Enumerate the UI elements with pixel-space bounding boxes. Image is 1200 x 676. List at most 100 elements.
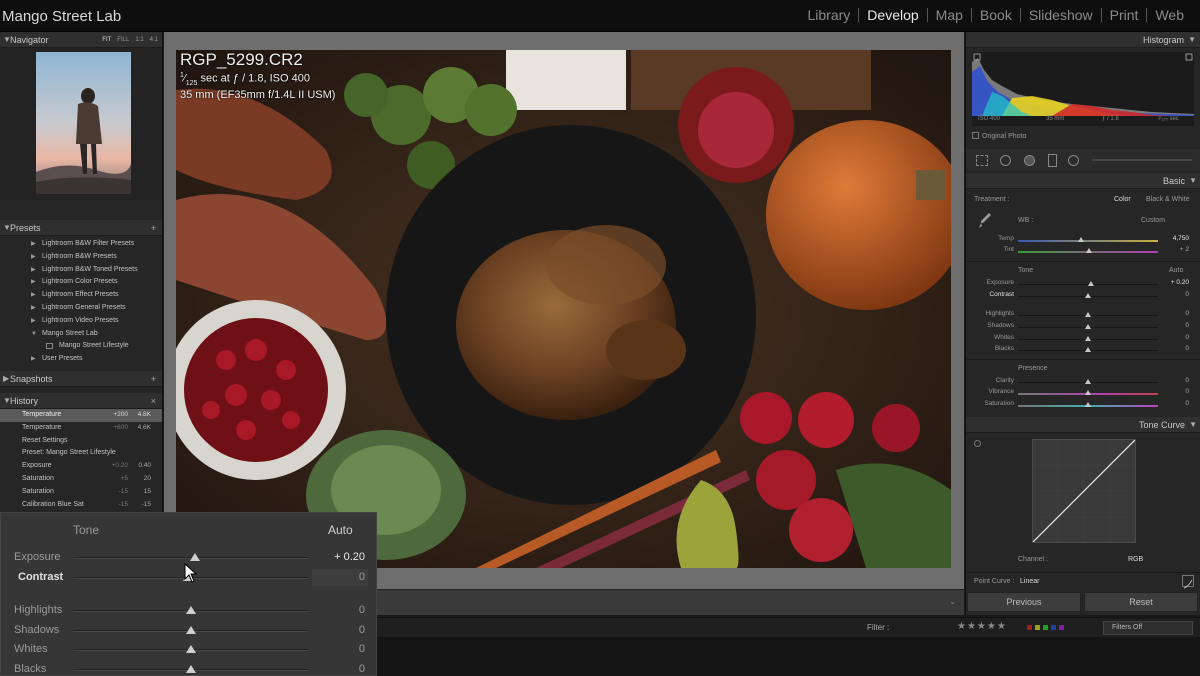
history-item[interactable]: Calibration Blue Sat -15 -15 [0, 499, 162, 512]
previous-button[interactable]: Previous [967, 592, 1081, 612]
preset-folder[interactable]: ▶ Lightroom B&W Filter Presets [0, 238, 162, 251]
slider-thumb[interactable] [1085, 347, 1091, 352]
tone-auto-button-small[interactable]: Auto [1169, 267, 1183, 274]
presets-header[interactable]: ▼ Presets + [0, 220, 162, 236]
navigator-header[interactable]: ▼ Navigator FIT FILL 1:1 4:1 [0, 32, 162, 48]
adjustment-brush-slider[interactable] [1092, 159, 1192, 161]
history-item[interactable]: Temperature +600 4.6K [0, 422, 162, 435]
basic-header[interactable]: Basic ▼ [966, 173, 1200, 189]
color-label-filter[interactable] [1027, 625, 1064, 630]
slider-thumb[interactable] [1087, 281, 1094, 286]
blue-label-icon[interactable] [1051, 625, 1056, 630]
slider-value[interactable]: 0 [1185, 322, 1189, 329]
original-photo-checkbox[interactable] [972, 132, 979, 139]
histogram[interactable] [972, 52, 1194, 126]
module-library[interactable]: Library [800, 8, 859, 22]
slider-value[interactable]: 0 [359, 571, 365, 583]
filters-off-select[interactable]: Filters Off [1103, 621, 1193, 635]
tone-curve-graph[interactable] [1032, 439, 1136, 543]
slider-value[interactable]: 4,750 [1173, 235, 1189, 242]
channel-select[interactable]: RGB [1128, 556, 1143, 563]
slider-thumb[interactable] [185, 626, 196, 634]
edit-point-curve-icon[interactable] [1182, 575, 1194, 589]
slider-thumb[interactable] [1078, 237, 1084, 242]
slider-value[interactable]: 0 [1185, 345, 1189, 352]
original-photo-toggle[interactable]: Original Photo [972, 132, 1026, 140]
history-item[interactable]: Saturation +5 20 [0, 473, 162, 486]
zoom-1-1-option[interactable]: 1:1 [135, 32, 143, 48]
slider-thumb[interactable] [1085, 402, 1091, 407]
slider-thumb[interactable] [185, 606, 196, 614]
slider-thumb[interactable] [1085, 324, 1091, 329]
slider-value[interactable]: 0 [1185, 377, 1189, 384]
slider-value[interactable]: 0 [359, 604, 365, 616]
slider-thumb[interactable] [1085, 312, 1091, 317]
module-print[interactable]: Print [1100, 8, 1147, 22]
history-item[interactable]: Reset Settings [0, 435, 162, 448]
slider-value[interactable]: + 0.20 [1171, 279, 1189, 286]
preset-folder[interactable]: ▶ Lightroom B&W Toned Presets [0, 264, 162, 277]
slider-thumb[interactable] [1086, 248, 1093, 253]
treatment-color-button[interactable]: Color [1114, 196, 1131, 203]
slider-value[interactable]: + 0.20 [334, 551, 365, 563]
snapshots-header[interactable]: ▶ Snapshots + [0, 370, 162, 387]
add-snapshot-icon[interactable]: + [151, 371, 156, 387]
preset-folder[interactable]: ▶ Lightroom General Presets [0, 302, 162, 315]
zoom-fill-option[interactable]: FILL [117, 32, 129, 48]
green-label-icon[interactable] [1043, 625, 1048, 630]
zoom-4-1-option[interactable]: 4:1 [150, 32, 158, 48]
point-curve-select[interactable]: Linear [1020, 578, 1039, 585]
preset-folder[interactable]: ▶ Lightroom Video Presets [0, 315, 162, 328]
spot-removal-tool-icon[interactable] [1000, 155, 1011, 166]
slider-thumb[interactable] [185, 645, 196, 653]
preset-mango-street-lifestyle[interactable]: Mango Street Lifestyle [0, 340, 162, 353]
yellow-label-icon[interactable] [1035, 625, 1040, 630]
navigator-thumbnail[interactable] [36, 52, 131, 194]
history-item[interactable]: Temperature +200 4.8K [0, 408, 162, 422]
slider-value[interactable]: 0 [1185, 388, 1189, 395]
tone-auto-button[interactable]: Auto [328, 523, 353, 537]
radial-filter-tool-icon[interactable] [1068, 155, 1079, 166]
clear-history-icon[interactable]: × [151, 393, 156, 409]
slider-value[interactable]: + 2 [1180, 246, 1189, 253]
wb-preset-select[interactable]: Custom [1141, 217, 1165, 224]
purple-label-icon[interactable] [1059, 625, 1064, 630]
history-header[interactable]: ▼ History × [0, 392, 162, 409]
red-eye-tool-icon[interactable] [1024, 155, 1035, 166]
slider-thumb[interactable] [1085, 390, 1091, 395]
slider-thumb[interactable] [1085, 293, 1091, 298]
add-preset-icon[interactable]: + [151, 220, 156, 236]
preset-folder-user[interactable]: ▶ User Presets [0, 353, 162, 366]
slider-thumb[interactable] [1085, 379, 1091, 384]
module-map[interactable]: Map [926, 8, 971, 22]
slider-thumb[interactable] [1085, 336, 1091, 341]
white-balance-eyedropper-icon[interactable] [978, 212, 992, 230]
main-photo[interactable] [176, 50, 951, 568]
module-develop[interactable]: Develop [858, 8, 926, 22]
graduated-filter-tool-icon[interactable] [1048, 154, 1057, 167]
reset-button[interactable]: Reset [1084, 592, 1198, 612]
rating-filter-stars[interactable]: ★★★★★ [957, 621, 1007, 632]
module-slideshow[interactable]: Slideshow [1019, 8, 1101, 22]
slider-value[interactable]: 0 [1185, 400, 1189, 407]
slider-value[interactable]: 0 [359, 663, 365, 675]
slider-track[interactable] [1018, 240, 1158, 242]
module-web[interactable]: Web [1146, 8, 1192, 22]
preset-folder[interactable]: ▶ Lightroom B&W Presets [0, 251, 162, 264]
targeted-adjustment-icon[interactable] [974, 440, 981, 447]
history-item[interactable]: Saturation -15 15 [0, 486, 162, 499]
history-item[interactable]: Preset: Mango Street Lifestyle [0, 447, 162, 460]
preset-folder[interactable]: ▶ Lightroom Effect Presets [0, 289, 162, 302]
preset-folder[interactable]: ▶ Lightroom Color Presets [0, 276, 162, 289]
crop-tool-icon[interactable] [976, 155, 988, 166]
treatment-bw-button[interactable]: Black & White [1146, 196, 1190, 203]
slider-thumb[interactable] [190, 553, 201, 561]
slider-value[interactable]: 0 [359, 643, 365, 655]
red-label-icon[interactable] [1027, 625, 1032, 630]
slider-value[interactable]: 0 [359, 624, 365, 636]
slider-thumb[interactable] [185, 665, 196, 673]
slider-value[interactable]: 0 [1185, 334, 1189, 341]
histogram-header[interactable]: Histogram ▼ [966, 32, 1200, 48]
tone-curve-header[interactable]: Tone Curve ▼ [966, 417, 1200, 433]
history-item[interactable]: Exposure +0.20 0.40 [0, 460, 162, 473]
